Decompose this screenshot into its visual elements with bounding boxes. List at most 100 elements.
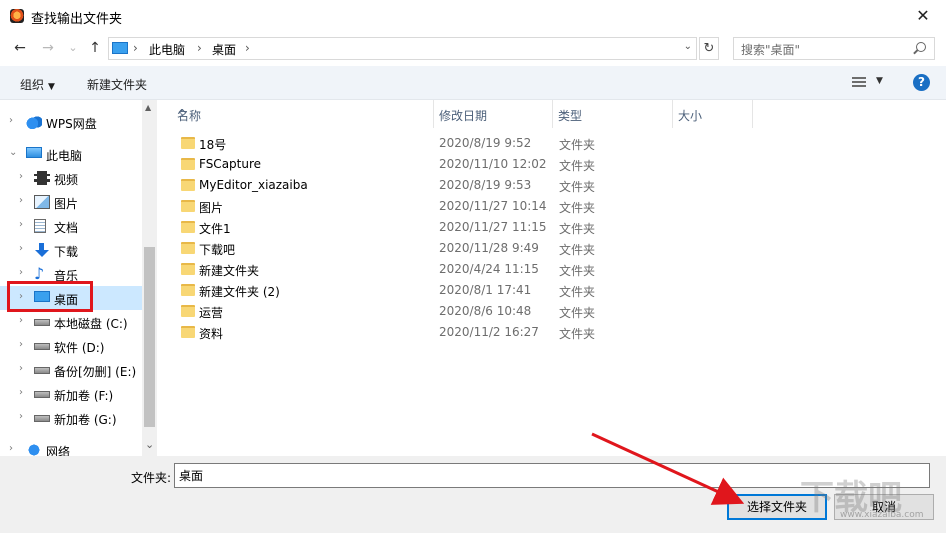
sidebar-item[interactable]: › WPS网盘 bbox=[0, 110, 142, 134]
breadcrumb-separator[interactable]: › bbox=[133, 41, 138, 55]
sidebar-item-label: 本地磁盘 (C:) bbox=[54, 317, 128, 331]
drive-icon bbox=[34, 415, 50, 422]
chevron-right-icon[interactable]: › bbox=[19, 171, 23, 182]
drive-icon bbox=[34, 391, 50, 398]
caret-down-icon: ▼ bbox=[48, 82, 55, 92]
chevron-right-icon[interactable]: › bbox=[19, 411, 23, 422]
column-header-type[interactable]: 类型 bbox=[553, 100, 673, 128]
sidebar-item-label: 视频 bbox=[54, 173, 79, 187]
nav-scrollbar[interactable]: ▲ ⌄ bbox=[142, 100, 157, 456]
file-name: FSCapture bbox=[199, 157, 262, 171]
file-row[interactable]: 运营 2020/8/6 10:48 文件夹 bbox=[157, 301, 946, 322]
drive-icon bbox=[34, 343, 50, 350]
chevron-down-icon[interactable]: ⌄ bbox=[684, 41, 692, 52]
folder-icon bbox=[181, 200, 195, 212]
refresh-button[interactable]: ↻ bbox=[699, 37, 719, 60]
sidebar-item-label: 下载 bbox=[54, 245, 79, 259]
caret-down-icon[interactable]: ▼ bbox=[876, 76, 883, 86]
scroll-thumb[interactable] bbox=[144, 247, 155, 427]
column-header-name[interactable]: 名称 ^ bbox=[157, 100, 434, 128]
sidebar-item[interactable]: › 下载 bbox=[0, 238, 142, 262]
app-icon bbox=[10, 9, 24, 23]
file-row[interactable]: FSCapture 2020/11/10 12:02 文件夹 bbox=[157, 154, 946, 175]
chevron-down-icon[interactable]: ⌄ bbox=[9, 147, 17, 158]
folder-label: 文件夹: bbox=[131, 471, 172, 485]
file-row[interactable]: 新建文件夹 2020/4/24 11:15 文件夹 bbox=[157, 259, 946, 280]
file-row[interactable]: 图片 2020/11/27 10:14 文件夹 bbox=[157, 196, 946, 217]
file-date: 2020/11/10 12:02 bbox=[439, 157, 547, 171]
chevron-right-icon[interactable]: › bbox=[19, 219, 23, 230]
chevron-right-icon[interactable]: › bbox=[19, 339, 23, 350]
sidebar-item[interactable]: › 视频 bbox=[0, 166, 142, 190]
new-folder-button[interactable]: 新建文件夹 bbox=[87, 76, 147, 93]
file-date: 2020/8/19 9:53 bbox=[439, 178, 532, 192]
organize-button[interactable]: 组织 ▼ bbox=[20, 76, 55, 93]
recent-locations-icon[interactable]: ⌄ bbox=[65, 40, 81, 56]
column-header-date[interactable]: 修改日期 bbox=[434, 100, 553, 128]
search-input[interactable]: 搜索"桌面" bbox=[733, 37, 935, 60]
sidebar-item[interactable]: › 软件 (D:) bbox=[0, 334, 142, 358]
breadcrumb-separator[interactable]: › bbox=[197, 41, 202, 55]
file-name: 新建文件夹 (2) bbox=[199, 285, 280, 299]
file-name: 文件1 bbox=[199, 222, 231, 236]
sidebar-item[interactable]: › 图片 bbox=[0, 190, 142, 214]
scroll-down-icon[interactable]: ⌄ bbox=[145, 438, 154, 451]
annotation-highlight-box bbox=[7, 281, 93, 312]
chevron-right-icon[interactable]: › bbox=[19, 243, 23, 254]
sidebar-item[interactable]: › 网络 bbox=[0, 438, 142, 456]
sidebar-item[interactable]: › 备份[勿删] (E:) bbox=[0, 358, 142, 382]
sidebar-item[interactable]: › 新加卷 (F:) bbox=[0, 382, 142, 406]
watermark-logo: 下载吧 www.xiazaiba.com bbox=[800, 470, 940, 530]
music-icon: ♪ bbox=[34, 264, 45, 283]
file-date: 2020/11/28 9:49 bbox=[439, 241, 539, 255]
picture-icon bbox=[34, 195, 50, 209]
sidebar-item-label: 图片 bbox=[54, 197, 79, 211]
chevron-right-icon[interactable]: › bbox=[19, 267, 23, 278]
chevron-right-icon[interactable]: › bbox=[9, 115, 13, 126]
view-options-icon[interactable] bbox=[852, 77, 866, 89]
network-icon bbox=[26, 443, 42, 456]
breadcrumb-desktop[interactable]: 桌面 bbox=[212, 41, 236, 58]
folder-icon bbox=[181, 242, 195, 254]
file-row[interactable]: 下载吧 2020/11/28 9:49 文件夹 bbox=[157, 238, 946, 259]
breadcrumb-separator[interactable]: › bbox=[245, 41, 250, 55]
chevron-right-icon[interactable]: › bbox=[19, 315, 23, 326]
sidebar-item[interactable]: › 本地磁盘 (C:) bbox=[0, 310, 142, 334]
sidebar-item[interactable]: › 文档 bbox=[0, 214, 142, 238]
file-date: 2020/8/1 17:41 bbox=[439, 283, 532, 297]
breadcrumb-this-pc[interactable]: 此电脑 bbox=[149, 41, 185, 58]
column-size-label: 大小 bbox=[678, 109, 703, 123]
sidebar-item-label: 此电脑 bbox=[46, 149, 83, 163]
file-row[interactable]: MyEditor_xiazaiba 2020/8/19 9:53 文件夹 bbox=[157, 175, 946, 196]
sidebar-item-label: 网络 bbox=[46, 445, 71, 456]
chevron-right-icon[interactable]: › bbox=[19, 387, 23, 398]
file-row[interactable]: 18号 2020/8/19 9:52 文件夹 bbox=[157, 133, 946, 154]
file-row[interactable]: 文件1 2020/11/27 11:15 文件夹 bbox=[157, 217, 946, 238]
scroll-up-icon[interactable]: ▲ bbox=[145, 103, 151, 112]
file-row[interactable]: 资料 2020/11/2 16:27 文件夹 bbox=[157, 322, 946, 343]
file-row[interactable]: 新建文件夹 (2) 2020/8/1 17:41 文件夹 bbox=[157, 280, 946, 301]
address-bar[interactable]: › 此电脑 › 桌面 › ⌄ bbox=[108, 37, 697, 60]
close-button[interactable]: ✕ bbox=[900, 0, 946, 32]
back-arrow-icon[interactable]: ← bbox=[12, 40, 28, 56]
file-type: 文件夹 bbox=[559, 327, 596, 341]
forward-arrow-icon[interactable]: → bbox=[40, 40, 56, 56]
pc-icon bbox=[26, 147, 42, 158]
sidebar-item[interactable]: ⌄ 此电脑 bbox=[0, 142, 142, 166]
file-name: 资料 bbox=[199, 327, 224, 341]
column-type-label: 类型 bbox=[558, 109, 583, 123]
sidebar-item[interactable]: › 新加卷 (G:) bbox=[0, 406, 142, 430]
file-type: 文件夹 bbox=[559, 222, 596, 236]
search-icon[interactable] bbox=[916, 42, 926, 52]
file-name: 运营 bbox=[199, 306, 224, 320]
help-icon[interactable]: ? bbox=[913, 74, 930, 91]
chevron-right-icon[interactable]: › bbox=[19, 195, 23, 206]
file-type: 文件夹 bbox=[559, 285, 596, 299]
chevron-right-icon[interactable]: › bbox=[9, 443, 13, 454]
folder-icon bbox=[181, 326, 195, 338]
file-date: 2020/11/2 16:27 bbox=[439, 325, 539, 339]
file-date: 2020/8/19 9:52 bbox=[439, 136, 532, 150]
chevron-right-icon[interactable]: › bbox=[19, 363, 23, 374]
column-header-size[interactable]: 大小 bbox=[673, 100, 753, 128]
up-arrow-icon[interactable]: ↑ bbox=[87, 40, 103, 56]
